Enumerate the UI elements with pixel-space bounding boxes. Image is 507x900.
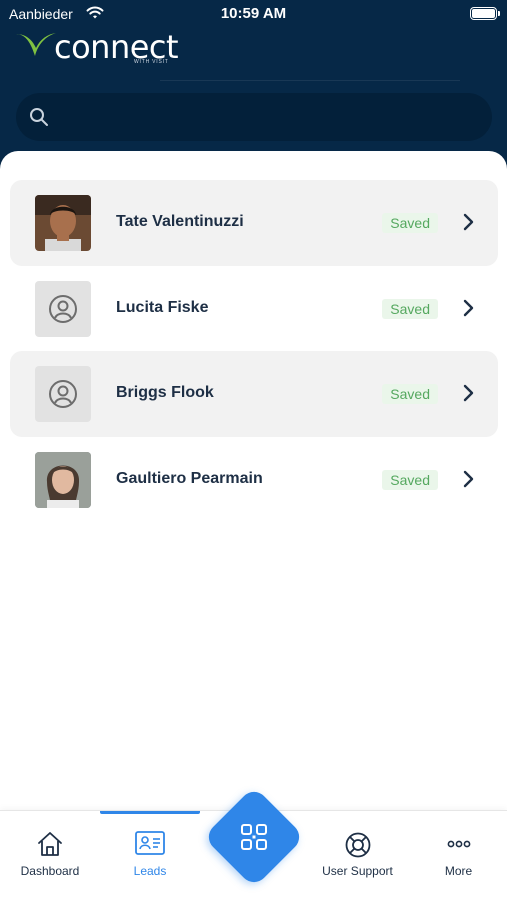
- ellipsis-icon: [446, 831, 472, 862]
- tab-label: More: [444, 864, 473, 878]
- search-icon: [29, 107, 49, 132]
- status-time: 10:59 AM: [220, 5, 287, 22]
- lead-name: Lucita Fiske: [116, 299, 209, 316]
- tab-label: Dashboard: [20, 864, 80, 878]
- search-bar[interactable]: [16, 93, 492, 141]
- header-divider: [160, 80, 460, 81]
- search-input[interactable]: [62, 93, 482, 141]
- status-badge: Saved: [382, 384, 438, 404]
- tab-leads[interactable]: Leads: [100, 811, 200, 900]
- lead-row[interactable]: Briggs Flook Saved: [10, 351, 498, 437]
- lead-name: Gaultiero Pearmain: [116, 470, 263, 487]
- avatar-placeholder: [35, 366, 91, 422]
- user-icon: [49, 380, 77, 408]
- brand-tagline: WITH VISIT: [134, 59, 169, 65]
- leads-list: Tate Valentinuzzi Saved Lucita Fiske Sav…: [0, 151, 507, 811]
- checkmark-logo-icon: [16, 30, 56, 65]
- contact-card-icon: [135, 831, 165, 860]
- chevron-right-icon: [462, 470, 474, 493]
- status-badge: Saved: [382, 213, 438, 233]
- tab-dashboard[interactable]: Dashboard: [0, 811, 100, 900]
- chevron-right-icon: [462, 299, 474, 322]
- home-icon: [36, 831, 64, 862]
- connect-logo: connect WITH VISIT: [16, 28, 216, 68]
- tab-user-support[interactable]: User Support: [305, 811, 410, 900]
- status-badge: Saved: [382, 470, 438, 490]
- tab-label: User Support: [322, 864, 393, 878]
- avatar-placeholder: [35, 281, 91, 337]
- avatar: [35, 452, 91, 508]
- battery-icon: [470, 7, 500, 20]
- lead-name: Tate Valentinuzzi: [116, 213, 244, 230]
- chevron-right-icon: [462, 384, 474, 407]
- user-icon: [49, 295, 77, 323]
- lead-row[interactable]: Gaultiero Pearmain Saved: [10, 437, 498, 523]
- lead-row[interactable]: Lucita Fiske Saved: [10, 266, 498, 352]
- tab-more[interactable]: More: [410, 811, 507, 900]
- chevron-right-icon: [462, 213, 474, 236]
- status-badge: Saved: [382, 299, 438, 319]
- lifebuoy-icon: [344, 831, 372, 864]
- tab-label: Leads: [133, 864, 167, 878]
- lead-name: Briggs Flook: [116, 384, 214, 401]
- active-tab-indicator: [100, 811, 200, 814]
- lead-row[interactable]: Tate Valentinuzzi Saved: [10, 180, 498, 266]
- avatar: [35, 195, 91, 251]
- status-bar: Aanbieder 10:59 AM: [0, 0, 507, 28]
- qr-scan-icon: [238, 821, 270, 858]
